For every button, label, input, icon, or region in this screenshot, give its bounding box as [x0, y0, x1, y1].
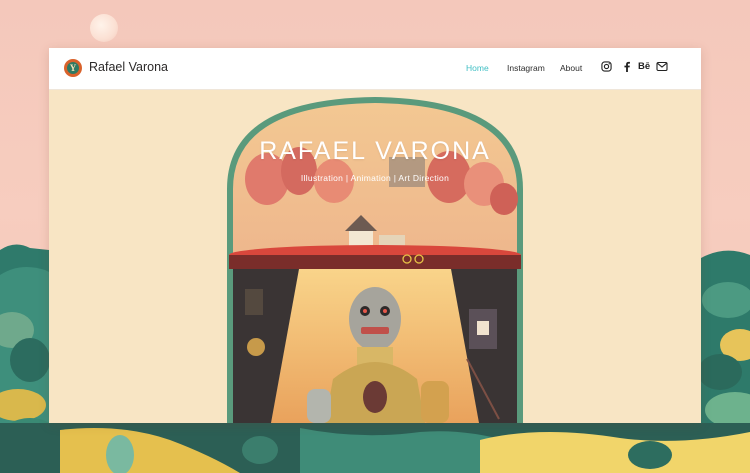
brand-name[interactable]: Rafael Varona — [89, 60, 168, 74]
hero-section: RAFAEL VARONA Illustration | Animation |… — [49, 89, 701, 423]
site-logo[interactable]: Y — [64, 59, 82, 77]
hero-subtitle: Illustration | Animation | Art Direction — [300, 173, 450, 183]
behance-icon[interactable]: Bē — [638, 61, 650, 73]
instagram-icon[interactable] — [601, 61, 613, 73]
mail-icon[interactable] — [656, 61, 668, 73]
nav-about[interactable]: About — [560, 63, 582, 73]
site-header: Y Rafael Varona Home Instagram About Bē — [49, 48, 701, 90]
nav-instagram[interactable]: Instagram — [507, 63, 545, 73]
hero-title: RAFAEL VARONA — [259, 137, 491, 165]
logo-letter: Y — [67, 62, 79, 74]
nav-home[interactable]: Home — [466, 63, 489, 73]
facebook-icon[interactable] — [623, 61, 635, 73]
website-window: Y Rafael Varona Home Instagram About Bē — [49, 48, 701, 423]
